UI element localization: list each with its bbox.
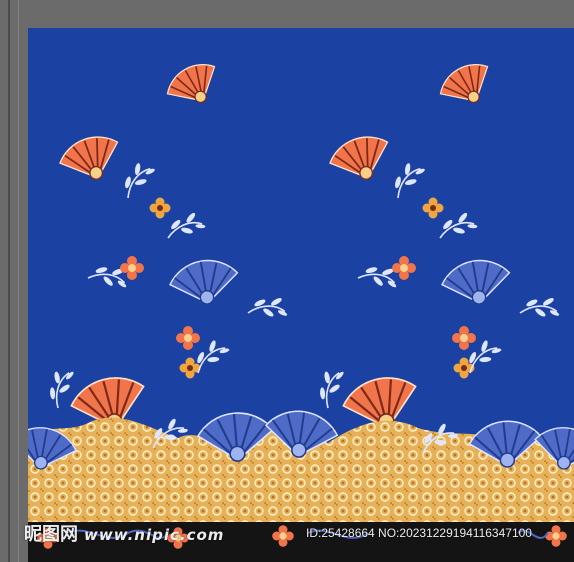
editor-left-ruler [0,0,28,562]
image-canvas [28,28,574,562]
batik-pattern-artwork [28,28,574,562]
site-name: 昵图网 [24,524,78,545]
nipic-watermark: 昵图网 www.nipic.com [24,520,224,546]
site-url: www.nipic.com [84,526,225,544]
image-id-watermark: ID:25428664 NO:20231229194116347100 [306,526,532,540]
editor-top-frame [0,0,574,28]
